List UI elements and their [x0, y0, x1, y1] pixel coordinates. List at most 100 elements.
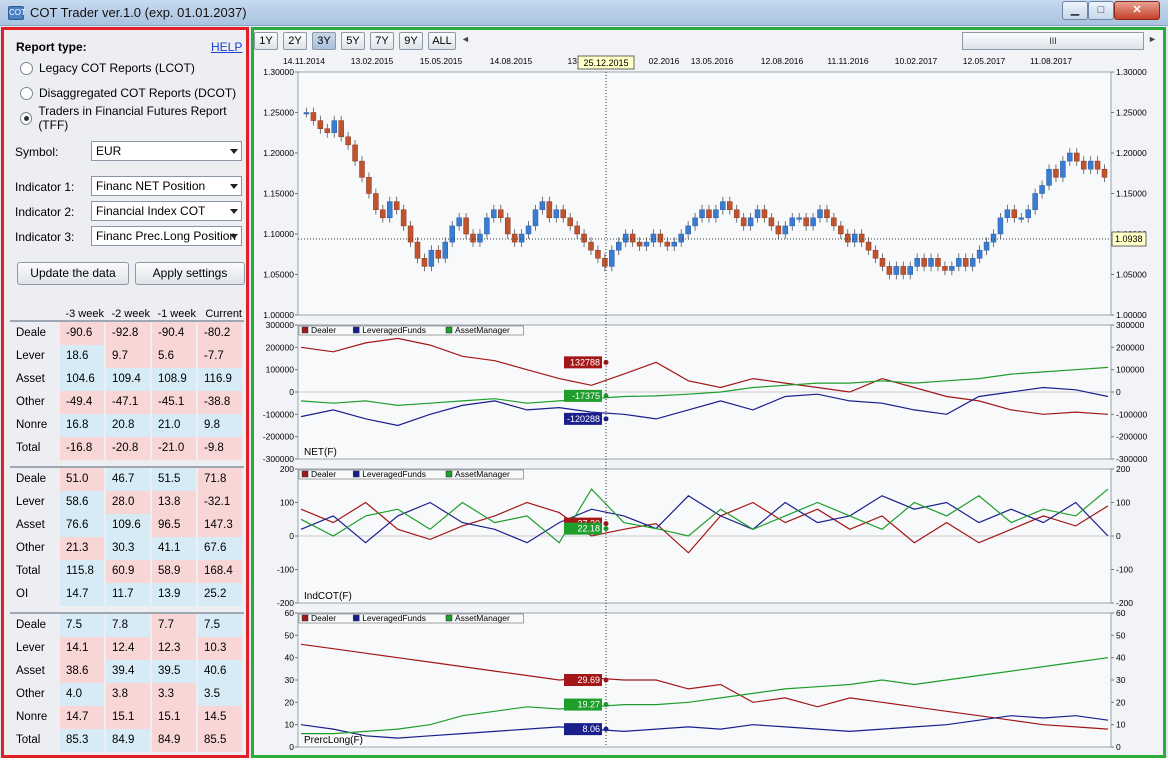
y-tick-label-right: 1.20000	[1116, 148, 1147, 158]
radio-dcot[interactable]: Disaggregated COT Reports (DCOT)	[20, 85, 236, 101]
symbol-label: Symbol:	[15, 145, 59, 159]
candle	[504, 217, 511, 235]
table-row: Lever 18.6 9.7 5.6 -7.7	[10, 345, 244, 368]
table-cell: 21.0	[152, 414, 196, 437]
candle	[629, 233, 636, 243]
candle	[706, 209, 712, 219]
candle	[491, 209, 497, 219]
indicator1-label: Indicator 1:	[15, 180, 75, 194]
symbol-select[interactable]: EUR	[91, 141, 242, 161]
title-bar: COT COT Trader ver.1.0 (exp. 01.01.2037)…	[0, 0, 1168, 26]
indicator1-select[interactable]: Financ NET Position	[91, 176, 242, 196]
legend-swatch	[301, 470, 309, 478]
charts[interactable]: 14.11.2014 13.02.2015 15.05.2015 14.08.2015…	[254, 52, 1163, 755]
y-tick-label: 50	[285, 630, 295, 640]
update-data-button[interactable]: Update the data	[17, 262, 129, 285]
candle	[845, 233, 851, 243]
range-1y-button[interactable]: 1Y	[254, 32, 278, 50]
table-cell: 14.7	[60, 706, 104, 729]
candle	[407, 225, 414, 243]
candle	[664, 241, 671, 247]
table-row: Asset 76.6 109.6 96.5 147.3	[10, 514, 244, 537]
row-label: Other	[16, 537, 66, 560]
table-row: Other 4.0 3.8 3.3 3.5	[10, 683, 244, 706]
candle	[1094, 160, 1101, 170]
row-label: Asset	[16, 368, 66, 391]
indicator2-select[interactable]: Financial Index COT	[91, 201, 242, 221]
help-link[interactable]: HELP	[211, 40, 242, 54]
indicator3-select[interactable]: Financ Prec.Long Position	[91, 226, 242, 246]
radio-label: Legacy COT Reports (LCOT)	[39, 61, 195, 75]
row-label: Other	[16, 683, 66, 706]
candle	[386, 201, 393, 219]
date-tick-label: 11.11.2016	[827, 56, 869, 66]
table-cell: 46.7	[106, 468, 150, 491]
legend-entry: AssetManager	[455, 613, 510, 623]
scrollbar-thumb[interactable]: III	[962, 32, 1144, 50]
candle	[657, 233, 664, 243]
candle	[428, 249, 435, 267]
candle	[768, 217, 775, 227]
range-3y-button[interactable]: 3Y	[312, 32, 336, 50]
candle	[1018, 217, 1025, 220]
radio-tff[interactable]: Traders in Financial Futures Report (TFF…	[20, 104, 246, 132]
table-cell: 84.9	[106, 729, 150, 752]
candle	[928, 258, 934, 267]
legend-swatch	[301, 326, 309, 334]
row-label: Lever	[16, 345, 66, 368]
candle	[595, 249, 601, 259]
close-button[interactable]: ✕	[1114, 1, 1160, 20]
range-2y-button[interactable]: 2Y	[283, 32, 307, 50]
minimize-button[interactable]: ▁	[1062, 1, 1088, 20]
candle	[817, 209, 823, 219]
table-cell: 7.5	[60, 614, 104, 637]
indicator1-value: Financ NET Position	[96, 179, 206, 193]
table-cell: -90.6	[60, 322, 104, 345]
table-cell: 3.3	[152, 683, 196, 706]
table-cell: -45.1	[152, 391, 196, 414]
table-cell: 9.7	[106, 345, 150, 368]
y-tick-label: 1.30000	[263, 67, 294, 77]
candle	[511, 233, 518, 243]
y-tick-label-right: 0	[1116, 387, 1121, 397]
table-cell: 116.9	[198, 368, 242, 391]
range-5y-button[interactable]: 5Y	[341, 32, 365, 50]
candle	[921, 258, 927, 267]
table-cell: 85.3	[60, 729, 104, 752]
row-label: OI	[16, 583, 66, 606]
y-tick-label: 10	[285, 720, 295, 730]
indicator3-value: Financ Prec.Long Position	[96, 229, 237, 243]
row-label: Lever	[16, 491, 66, 514]
y-tick-label-right: 1.30000	[1116, 67, 1147, 77]
maximize-button[interactable]: □	[1088, 1, 1114, 20]
range-9y-button[interactable]: 9Y	[399, 32, 423, 50]
scroll-right-arrow-icon[interactable]: ►	[1148, 34, 1157, 44]
table-cell: 15.1	[106, 706, 150, 729]
radio-lcot[interactable]: Legacy COT Reports (LCOT)	[20, 60, 195, 76]
chevron-down-icon	[230, 149, 238, 154]
candle	[643, 241, 650, 247]
candle	[456, 217, 462, 227]
candle	[1087, 160, 1094, 170]
y-tick-label: 100000	[266, 365, 295, 375]
candle	[962, 258, 969, 267]
table-row: Nonre 14.7 15.1 15.1 14.5	[10, 706, 244, 729]
candle	[713, 209, 719, 219]
y-tick-label: 1.10000	[263, 229, 294, 239]
scroll-left-arrow-icon[interactable]: ◄	[461, 34, 470, 44]
table-cell: 58.9	[152, 560, 196, 583]
apply-settings-button[interactable]: Apply settings	[135, 262, 245, 285]
range-all-button[interactable]: ALL	[428, 32, 456, 50]
candle	[671, 241, 678, 247]
cot-table-group: Deale 51.0 46.7 51.5 71.8 Lever 58.6 28.0 13.8 -3…	[10, 466, 244, 606]
col-header: -2 week	[111, 308, 150, 320]
y-tick-label-right: 300000	[1116, 320, 1145, 330]
y-tick-label: -200000	[263, 432, 294, 442]
range-7y-button[interactable]: 7Y	[370, 32, 394, 50]
chart-panel: 1Y 2Y 3Y 5Y 7Y 9Y ALL ◄ III ► 14.11.2014…	[251, 27, 1166, 758]
y-tick-label: -300000	[263, 454, 294, 464]
candle	[969, 258, 976, 267]
candle	[435, 249, 442, 259]
table-cell: 11.7	[106, 583, 150, 606]
y-tick-label-right: 0	[1116, 531, 1121, 541]
